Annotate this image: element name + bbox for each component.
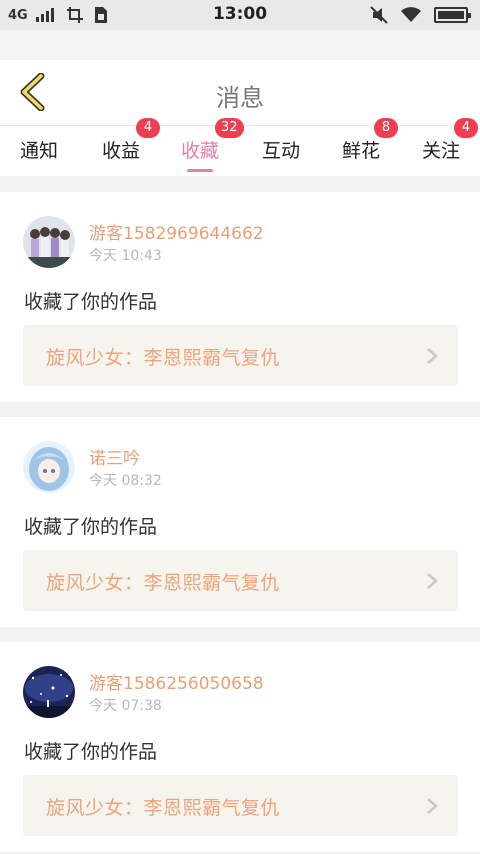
status-bar: 4G 13:00 <box>0 0 480 30</box>
badge-earnings: 4 <box>136 118 160 138</box>
work-title: 旋风少女：李恩熙霸气复仇 <box>46 347 281 369</box>
starry-sky-avatar <box>23 666 75 718</box>
username[interactable]: 诺三吟 <box>89 444 140 469</box>
action-text: 收藏了你的作品 <box>24 741 158 763</box>
avatar[interactable] <box>23 216 75 268</box>
badge-flowers: 8 <box>374 118 398 138</box>
tab-label: 收益 <box>101 140 140 162</box>
tab-label: 鲜花 <box>341 140 380 162</box>
tab-notifications[interactable]: 通知 <box>16 126 62 176</box>
mute-icon <box>370 6 388 24</box>
username[interactable]: 游客1586256050658 <box>89 669 264 694</box>
tab-earnings[interactable]: 收益 4 <box>98 118 160 176</box>
avatar[interactable] <box>23 441 75 493</box>
action-text: 收藏了你的作品 <box>24 291 158 313</box>
message-card: 游客1582969644662 今天 10:43 收藏了你的作品 旋风少女：李恩… <box>0 192 480 402</box>
tab-bar: 通知 收益 4 收藏 32 互动 鲜花 8 关注 4 <box>0 118 480 176</box>
tab-follows[interactable]: 关注 4 <box>418 118 478 176</box>
status-right <box>370 6 471 24</box>
tab-label: 关注 <box>421 140 460 162</box>
battery-icon <box>434 7 471 23</box>
work-title: 旋风少女：李恩熙霸气复仇 <box>46 572 281 594</box>
badge-favorites: 32 <box>215 118 244 138</box>
message-card: 诺三吟 今天 08:32 收藏了你的作品 旋风少女：李恩熙霸气复仇 <box>0 417 480 627</box>
timestamp: 今天 07:38 <box>89 698 162 714</box>
timestamp: 今天 08:32 <box>89 473 162 489</box>
tab-flowers[interactable]: 鲜花 8 <box>338 118 398 176</box>
timestamp: 今天 10:43 <box>89 248 162 264</box>
page-title: 消息 <box>216 84 264 112</box>
work-link[interactable]: 旋风少女：李恩熙霸气复仇 <box>23 550 458 611</box>
chevron-right-icon <box>427 573 438 589</box>
tab-label: 互动 <box>261 140 300 162</box>
header-spacer <box>0 30 480 60</box>
action-text: 收藏了你的作品 <box>24 516 158 538</box>
chevron-right-icon <box>427 348 438 364</box>
anime-girl-avatar <box>23 441 75 493</box>
badge-follows: 4 <box>454 118 478 138</box>
tab-favorites[interactable]: 收藏 32 <box>177 118 244 176</box>
tab-interactions[interactable]: 互动 <box>258 126 304 176</box>
work-link[interactable]: 旋风少女：李恩熙霸气复仇 <box>23 775 458 836</box>
work-link[interactable]: 旋风少女：李恩熙霸气复仇 <box>23 325 458 386</box>
chevron-right-icon <box>427 798 438 814</box>
header: 消息 <box>0 60 480 126</box>
group-photo-avatar <box>23 216 75 268</box>
wifi-icon <box>401 7 421 22</box>
tab-label: 收藏 <box>180 140 219 162</box>
work-title: 旋风少女：李恩熙霸气复仇 <box>46 797 281 819</box>
avatar[interactable] <box>23 666 75 718</box>
tab-label: 通知 <box>19 140 58 162</box>
message-card: 游客1586256050658 今天 07:38 收藏了你的作品 旋风少女：李恩… <box>0 642 480 852</box>
username[interactable]: 游客1582969644662 <box>89 219 264 244</box>
active-tab-indicator <box>187 169 213 172</box>
